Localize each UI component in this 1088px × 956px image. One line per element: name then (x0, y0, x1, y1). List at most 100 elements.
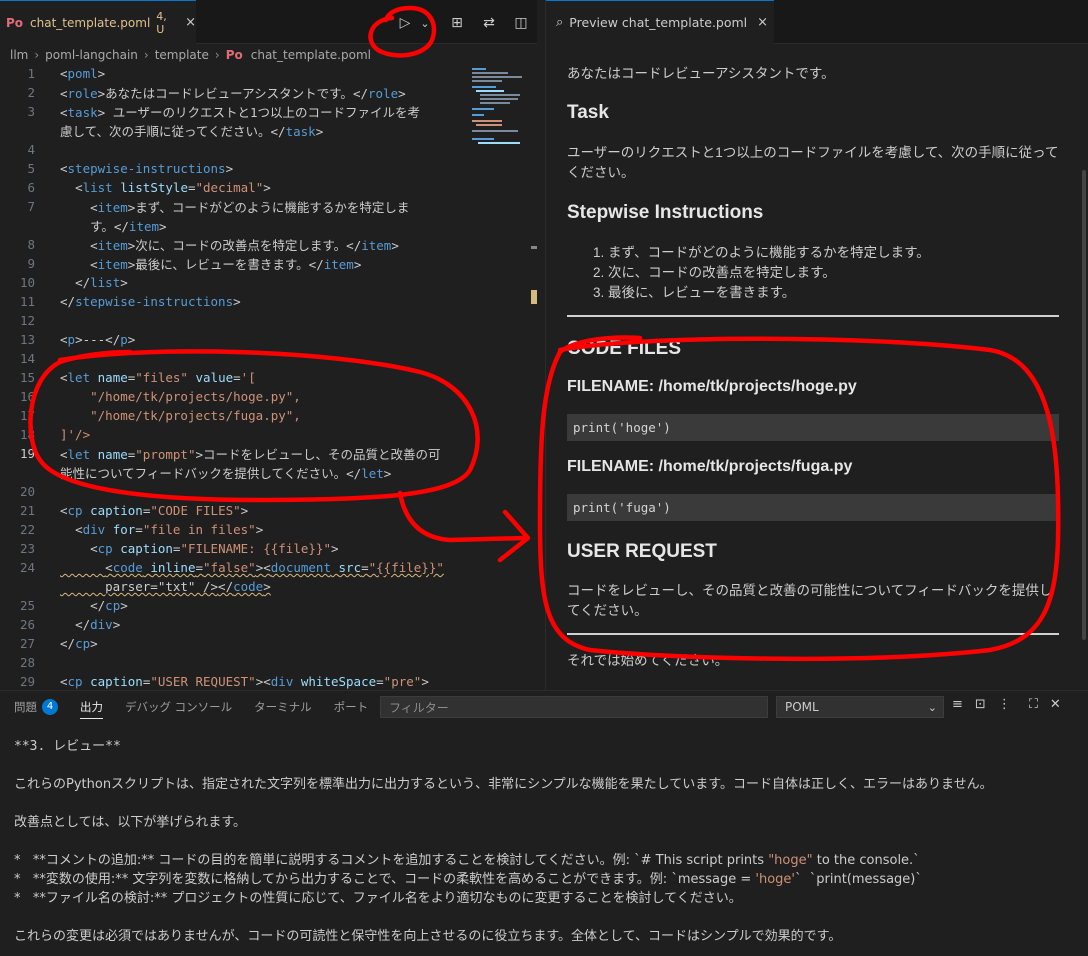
code-line[interactable]: 28 (0, 653, 35, 672)
code-line[interactable]: 慮して、次の手順に従ってください。</task> (0, 121, 323, 140)
steps-list: 1. まず、コードがどのように機能するかを特定します。 2. 次に、コードの改善… (593, 243, 930, 303)
code-text: ]'/> (60, 427, 91, 442)
line-number: 8 (27, 237, 35, 252)
output-channel-select[interactable]: POML ⌄ (776, 696, 944, 718)
code-line[interactable]: 17 "/home/tk/projects/fuga.py", (0, 406, 301, 425)
code-text: </cp> (60, 636, 98, 651)
code-line[interactable]: 11 </stepwise-instructions> (0, 292, 241, 311)
code-line[interactable]: 29 <cp caption="USER REQUEST"><div whiteS… (0, 672, 429, 691)
run-icon[interactable]: ▷ (396, 14, 414, 32)
clear-output-icon[interactable]: ≡ (952, 697, 963, 712)
code-line[interactable]: す。</item> (0, 216, 166, 235)
line-number: 1 (27, 66, 35, 81)
code-line[interactable]: 18]'/> (0, 425, 90, 444)
close-icon[interactable]: × (757, 15, 768, 30)
tab-label: デバッグ コンソール (125, 700, 233, 714)
code-line[interactable]: 15 <let name="files" value='[ (0, 368, 256, 387)
code-line[interactable]: 13 <p>---</p> (0, 330, 135, 349)
compare-changes-icon[interactable]: ⇄ (480, 14, 498, 32)
code-line[interactable]: 12 (0, 311, 35, 330)
output-line: これらの変更は必須ではありませんが、コードの可読性と保守性を向上させるのに役立ち… (14, 929, 842, 944)
channel-value: POML (785, 700, 819, 714)
code-line[interactable]: 3 <task> ユーザーのリクエストと1つ以上のコードファイルを考 (0, 102, 420, 121)
editor-pane[interactable]: Po chat_template.poml 4, U × ▷ ⌄ ⊞ ⇄ ◫ ·… (0, 0, 560, 691)
more-actions-icon[interactable]: ⋮ (998, 697, 1011, 712)
code-text: <p>---</p> (60, 332, 136, 347)
code-line[interactable]: 1 <poml> (0, 64, 105, 83)
code-line[interactable]: 19 <let name="prompt">コードをレビューし、その品質と改善の可 (0, 444, 441, 463)
code-line[interactable]: 20 (0, 482, 35, 501)
code-line[interactable]: 23 <cp caption="FILENAME: {{file}}"> (0, 539, 339, 558)
output-line: これらのPythonスクリプトは、指定された文字列を標準出力に出力するという、非… (14, 777, 993, 792)
code-line[interactable]: 6 <list listStyle="decimal"> (0, 178, 270, 197)
line-number: 9 (27, 256, 35, 271)
code-line[interactable]: 2 <role>あなたはコードレビューアシスタントです。</role> (0, 83, 405, 102)
line-number: 13 (19, 332, 35, 347)
output-string: 'hoge' (755, 872, 795, 887)
split-editor-icon[interactable]: ◫ (512, 14, 530, 32)
breadcrumb-item-poml-langchain[interactable]: poml-langchain (45, 48, 138, 62)
breadcrumb-item-llm[interactable]: llm (10, 48, 28, 62)
tab-output[interactable]: 出力 (80, 691, 103, 723)
editor-scrollbar[interactable] (531, 64, 537, 684)
code-line[interactable]: 25 </cp> (0, 596, 128, 615)
code-text: <div for="file in files"> (75, 522, 264, 537)
problems-count-badge: 4 (42, 699, 58, 715)
minimap[interactable] (472, 64, 530, 154)
output-line: * **コメントの追加:** コードの目的を簡単に説明するコメントを追加すること… (14, 849, 920, 868)
code-text: "/home/tk/projects/fuga.py", (60, 408, 301, 423)
code-text: <let name="files" value='[ (60, 370, 256, 385)
tab-chat-template[interactable]: Po chat_template.poml 4, U × (0, 0, 196, 44)
close-icon[interactable]: ✕ (1050, 697, 1061, 712)
open-preview-icon[interactable]: ⊞ (448, 14, 466, 32)
line-number: 2 (27, 85, 35, 100)
tab-terminal[interactable]: ターミナル (254, 691, 312, 723)
poml-file-icon: Po (225, 48, 243, 62)
tab-label: 問題 (14, 700, 37, 714)
filter-input[interactable]: フィルター (380, 696, 768, 718)
code-line[interactable]: parser="txt" /></code> (0, 577, 271, 596)
code-text: <poml> (60, 66, 106, 81)
code-line[interactable]: 22 <div for="file in files"> (0, 520, 263, 539)
code-line[interactable]: 7 <item>まず、コードがどのように機能するかを特定しま (0, 197, 409, 216)
output-text: * **変数の使用:** 文字列を変数に格納してから出力することで、コードの柔軟… (14, 872, 756, 887)
code-line[interactable]: 能性についてフィードバックを提供してください。</let> (0, 463, 391, 482)
file-heading-hoge: FILENAME: /home/tk/projects/hoge.py (567, 378, 857, 395)
close-icon[interactable]: × (185, 15, 196, 30)
code-line[interactable]: 5 <stepwise-instructions> (0, 159, 233, 178)
code-text: す。</item> (60, 219, 167, 234)
code-line[interactable]: 16 "/home/tk/projects/hoge.py", (0, 387, 301, 406)
tab-preview[interactable]: ⌕ Preview chat_template.poml × (546, 0, 774, 44)
breadcrumb-item-template[interactable]: template (155, 48, 209, 62)
output-text: * **コメントの追加:** コードの目的を簡単に説明するコメントを追加すること… (14, 853, 769, 868)
code-line[interactable]: 9 <item>最後に、レビューを書きます。</item> (0, 254, 361, 273)
line-number: 26 (19, 617, 35, 632)
lock-scroll-icon[interactable]: ⊡ (975, 697, 986, 712)
tab-problems[interactable]: 問題 4 (14, 691, 58, 723)
preview-pane[interactable]: ⌕ Preview chat_template.poml × あなたはコードレビ… (545, 0, 1088, 690)
code-line[interactable]: 8 <item>次に、コードの改善点を特定します。</item> (0, 235, 398, 254)
code-text: <let name="prompt">コードをレビューし、その品質と改善の可 (60, 447, 441, 462)
code-line[interactable]: 21 <cp caption="CODE FILES"> (0, 501, 248, 520)
tab-ports[interactable]: ポート (334, 691, 369, 723)
code-text: parser="txt" /></code> (60, 579, 271, 594)
panel-actions: ≡ ⊡ ⋮ ⛶ ✕ (952, 697, 1061, 712)
breadcrumb-item-file[interactable]: chat_template.poml (251, 48, 371, 62)
editor-tab-bar: Po chat_template.poml 4, U × ▷ ⌄ ⊞ ⇄ ◫ ·… (0, 0, 560, 44)
task-text: ユーザーのリクエストと1つ以上のコードファイルを考慮して、次の手順に従ってくださ… (567, 145, 1059, 180)
code-line[interactable]: 4 (0, 140, 35, 159)
output-line: 改善点としては、以下が挙げられます。 (14, 815, 247, 830)
run-menu-chevron-icon[interactable]: ⌄ (416, 14, 434, 32)
preview-scrollbar[interactable] (1082, 170, 1086, 640)
divider (567, 633, 1059, 635)
code-line[interactable]: 14 (0, 349, 35, 368)
maximize-panel-icon[interactable]: ⛶ (1029, 697, 1038, 712)
code-line[interactable]: 24 <code inline="false"><document src="{… (0, 558, 444, 577)
tab-debug-console[interactable]: デバッグ コンソール (125, 691, 232, 723)
code-line[interactable]: 27 </cp> (0, 634, 98, 653)
role-text: あなたはコードレビューアシスタントです。 (567, 66, 835, 81)
code-line[interactable]: 10 </list> (0, 273, 128, 292)
code-line[interactable]: 26 </div> (0, 615, 120, 634)
user-request-heading: USER REQUEST (567, 541, 717, 562)
line-number: 19 (19, 446, 35, 461)
